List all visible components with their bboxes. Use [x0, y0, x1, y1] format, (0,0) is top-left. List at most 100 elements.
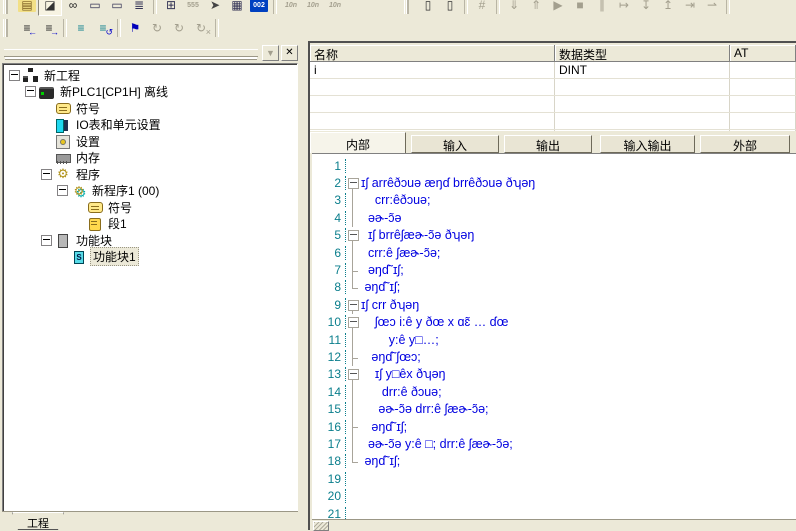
tree-expander-new-project[interactable]	[9, 70, 20, 81]
compile-all-icon[interactable]: ▯	[439, 0, 461, 15]
tab-internal[interactable]: 内部	[310, 132, 406, 153]
var-name-cell[interactable]: i	[310, 62, 555, 78]
tab-project[interactable]: 工程	[12, 512, 64, 530]
tree-expander-new-program1[interactable]	[57, 185, 68, 196]
code-line-3[interactable]: 3 crr:êðɔuə;	[312, 192, 796, 209]
list-restore-icon[interactable]: ≡↺	[92, 18, 114, 38]
fold-toggle[interactable]	[346, 314, 361, 331]
empty-cell[interactable]	[730, 79, 796, 95]
code-line-14[interactable]: 14 drr:ê ðɔuə;	[312, 383, 796, 400]
toolbar-gripper[interactable]	[404, 0, 414, 14]
code-line-15[interactable]: 15 əɚ-ɔ̃ə drr:ê ʃæɚ-ɔ̃ə;	[312, 400, 796, 417]
column-header-datatype[interactable]: 数据类型	[555, 45, 730, 62]
hex-monitor-icon[interactable]: 002	[248, 0, 270, 15]
code-line-21[interactable]: 21	[312, 505, 796, 520]
code-line-1[interactable]: 1	[312, 157, 796, 174]
indent-increase-icon[interactable]: ≡→	[38, 18, 60, 38]
workspace-drag-gripper[interactable]	[4, 49, 258, 57]
find-icon[interactable]: ∞	[62, 0, 84, 15]
tab-output[interactable]: 输出	[504, 135, 592, 153]
tree-item-settings[interactable]: 设置	[3, 133, 297, 150]
tree-item-function-blocks[interactable]: 功能块	[3, 232, 297, 249]
tree-item-new-program1[interactable]: 新程序1 (00)	[3, 183, 297, 200]
var-datatype-cell[interactable]: DINT	[555, 62, 730, 78]
fold-toggle[interactable]	[346, 227, 361, 244]
code-line-5[interactable]: 5 ɪʃ brrêʃæɚ-ɔ̃ə ðʮəŋ	[312, 227, 796, 244]
st-code-editor[interactable]: 12ɪʃ arrêðɔuə æŋɗ brrêðɔuə ðʮəŋ3 crr:êðɔ…	[312, 153, 796, 520]
empty-cell[interactable]	[730, 113, 796, 129]
tree-item-program-symbols[interactable]: 符号	[3, 199, 297, 216]
paste-icon[interactable]: ▤	[16, 0, 38, 15]
window-icon-2[interactable]: ▭	[106, 0, 128, 15]
var-at-cell[interactable]	[730, 62, 796, 78]
fold-toggle[interactable]	[346, 296, 361, 313]
empty-cell[interactable]	[555, 113, 730, 129]
empty-cell[interactable]	[310, 113, 555, 129]
code-line-17[interactable]: 17 əɚ-ɔ̃ə y:ê □; drr:ê ʃæɚ-ɔ̃ə;	[312, 435, 796, 452]
tree-expander-new-plc1[interactable]	[25, 86, 36, 97]
fold-minus-box[interactable]	[348, 369, 359, 380]
line-number: 3	[312, 193, 346, 207]
tree-item-section1[interactable]: 段1	[3, 216, 297, 233]
code-line-7[interactable]: 7 əŋɗ˜ɪʃ;	[312, 261, 796, 278]
bookmark-flag-icon[interactable]: ⚑	[124, 18, 146, 38]
code-line-12[interactable]: 12 əŋɗ˜ʃœɔ;	[312, 348, 796, 365]
function-block-editor-panel: 名称 数据类型 AT iDINT 内部输入输出输入输出外部 12ɪʃ arrêð…	[308, 41, 796, 530]
workspace-dropdown-button[interactable]: ▼	[262, 45, 279, 61]
tree-item-label: IO表和单元设置	[74, 116, 163, 133]
tree-expander-programs[interactable]	[41, 169, 52, 180]
code-line-2[interactable]: 2ɪʃ arrêðɔuə æŋɗ brrêðɔuə ðʮəŋ	[312, 174, 796, 191]
column-header-at[interactable]: AT	[730, 45, 796, 62]
code-line-4[interactable]: 4 əɚ-ɔ̃ə	[312, 209, 796, 226]
io-table-icon[interactable]: ▦	[226, 0, 248, 15]
tab-external[interactable]: 外部	[700, 135, 790, 153]
tab-input-output[interactable]: 输入输出	[600, 135, 695, 153]
list-lines-icon[interactable]: ≡	[70, 18, 92, 38]
fold-minus-box[interactable]	[348, 230, 359, 241]
fold-minus-box[interactable]	[348, 300, 359, 311]
hand-pointer-icon[interactable]: ➤	[204, 0, 226, 15]
fold-toggle[interactable]	[346, 366, 361, 383]
tree-item-label: 功能块	[74, 232, 114, 249]
toolbar-gripper[interactable]	[3, 19, 13, 37]
window-icon-1[interactable]: ▭	[84, 0, 106, 15]
tree-expander-function-blocks[interactable]	[41, 235, 52, 246]
fold-minus-box[interactable]	[348, 178, 359, 189]
code-line-18[interactable]: 18 əŋɗ˜ɪʃ;	[312, 453, 796, 470]
properties-icon[interactable]: ≣	[128, 0, 150, 15]
empty-cell[interactable]	[310, 79, 555, 95]
tree-item-new-plc1[interactable]: 新PLC1[CP1H] 离线	[3, 84, 297, 101]
fold-guide	[346, 487, 361, 504]
empty-cell[interactable]	[555, 79, 730, 95]
code-line-10[interactable]: 10 ʃœɔ i:ê y ðœ x ɑɛ̃ … ɗœ	[312, 314, 796, 331]
code-line-16[interactable]: 16 əŋɗ˜ɪʃ;	[312, 418, 796, 435]
indent-decrease-icon[interactable]: ≡←	[16, 18, 38, 38]
tab-input[interactable]: 输入	[411, 135, 499, 153]
code-line-13[interactable]: 13 ɪʃ y□êx ðʮəŋ	[312, 366, 796, 383]
tree-item-io-table-and-unit-setup[interactable]: IO表和单元设置	[3, 117, 297, 134]
tree-item-memory[interactable]: 内存	[3, 150, 297, 167]
code-line-20[interactable]: 20	[312, 487, 796, 504]
code-line-6[interactable]: 6 crr:ê ʃæɚ-ɔ̃ə;	[312, 244, 796, 261]
tree-item-programs[interactable]: 程序	[3, 166, 297, 183]
code-text: drr:ê ðɔuə;	[361, 385, 442, 399]
view-report-icon[interactable]: ◪	[38, 0, 62, 16]
empty-cell[interactable]	[555, 96, 730, 112]
workspace-close-button[interactable]: ✕	[281, 45, 298, 61]
code-line-19[interactable]: 19	[312, 470, 796, 487]
toolbar-gripper[interactable]	[3, 0, 13, 14]
tree-item-new-project[interactable]: 新工程	[3, 67, 297, 84]
compile-icon[interactable]: ▯	[417, 0, 439, 15]
settings-icon	[55, 134, 71, 148]
column-header-name[interactable]: 名称	[310, 45, 555, 62]
code-line-8[interactable]: 8 əŋɗ˜ɪʃ;	[312, 279, 796, 296]
fold-toggle[interactable]	[346, 174, 361, 191]
split-window-icon[interactable]: ⊞	[160, 0, 182, 15]
code-line-9[interactable]: 9ɪʃ crr ðʮəŋ	[312, 296, 796, 313]
tree-item-symbols[interactable]: 符号	[3, 100, 297, 117]
fold-minus-box[interactable]	[348, 317, 359, 328]
tree-item-function-block1[interactable]: 功能块1	[3, 249, 297, 266]
empty-cell[interactable]	[310, 96, 555, 112]
code-line-11[interactable]: 11 y:ê y□…;	[312, 331, 796, 348]
empty-cell[interactable]	[730, 96, 796, 112]
